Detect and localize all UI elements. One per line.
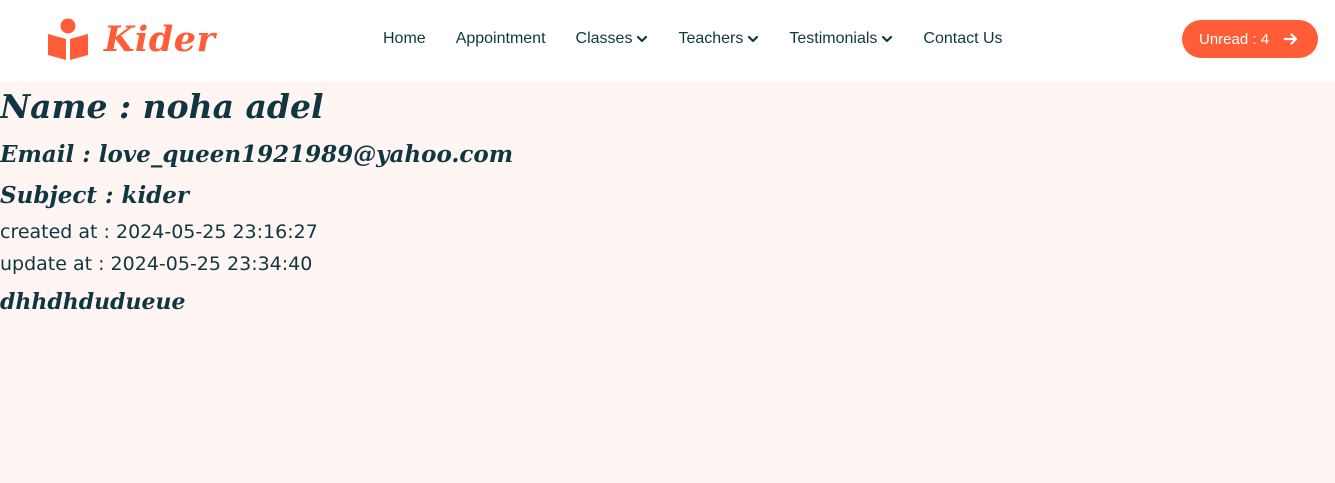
message-subject: Subject : kider <box>0 182 190 209</box>
brand-name: Kider <box>104 18 216 60</box>
chevron-down-icon <box>637 35 648 43</box>
unread-button-label: Unread : 4 <box>1199 30 1270 48</box>
nav-item-classes[interactable]: Classes <box>576 30 649 48</box>
nav-item-home[interactable]: Home <box>383 30 426 48</box>
nav-item-label: Home <box>383 30 426 47</box>
nav-item-label: Contact Us <box>923 30 1003 47</box>
message-updated-at: update at : 2024-05-25 23:34:40 <box>0 253 313 275</box>
nav-item-label: Appointment <box>455 30 546 47</box>
unread-messages-button[interactable]: Unread : 4 <box>1182 20 1318 58</box>
nav-item-appointment[interactable]: Appointment <box>456 30 546 48</box>
nav-item-teachers[interactable]: Teachers <box>678 30 759 48</box>
book-reader-icon <box>48 18 88 60</box>
brand-logo[interactable]: Kider <box>46 14 215 64</box>
message-created-at: created at : 2024-05-25 23:16:27 <box>0 221 318 243</box>
message-detail: Name : noha adel Email : love_queen19219… <box>0 81 1335 483</box>
chevron-down-icon <box>748 35 759 43</box>
message-body: dhhdhdudueue <box>0 289 186 315</box>
main-nav: Home Appointment Classes Teachers Testim… <box>383 27 1003 51</box>
nav-item-label: Teachers <box>678 30 744 47</box>
message-sender-email: Email : love_queen1921989@yahoo.com <box>0 141 514 168</box>
nav-item-testimonials[interactable]: Testimonials <box>789 30 893 48</box>
nav-item-label: Testimonials <box>789 30 878 47</box>
arrow-right-icon <box>1283 33 1298 45</box>
message-sender-name: Name : noha adel <box>0 87 324 126</box>
navbar: Kider Home Appointment Classes Teachers … <box>0 0 1335 81</box>
nav-item-contact-us[interactable]: Contact Us <box>923 30 1002 48</box>
chevron-down-icon <box>882 35 893 43</box>
nav-item-label: Classes <box>575 30 633 47</box>
